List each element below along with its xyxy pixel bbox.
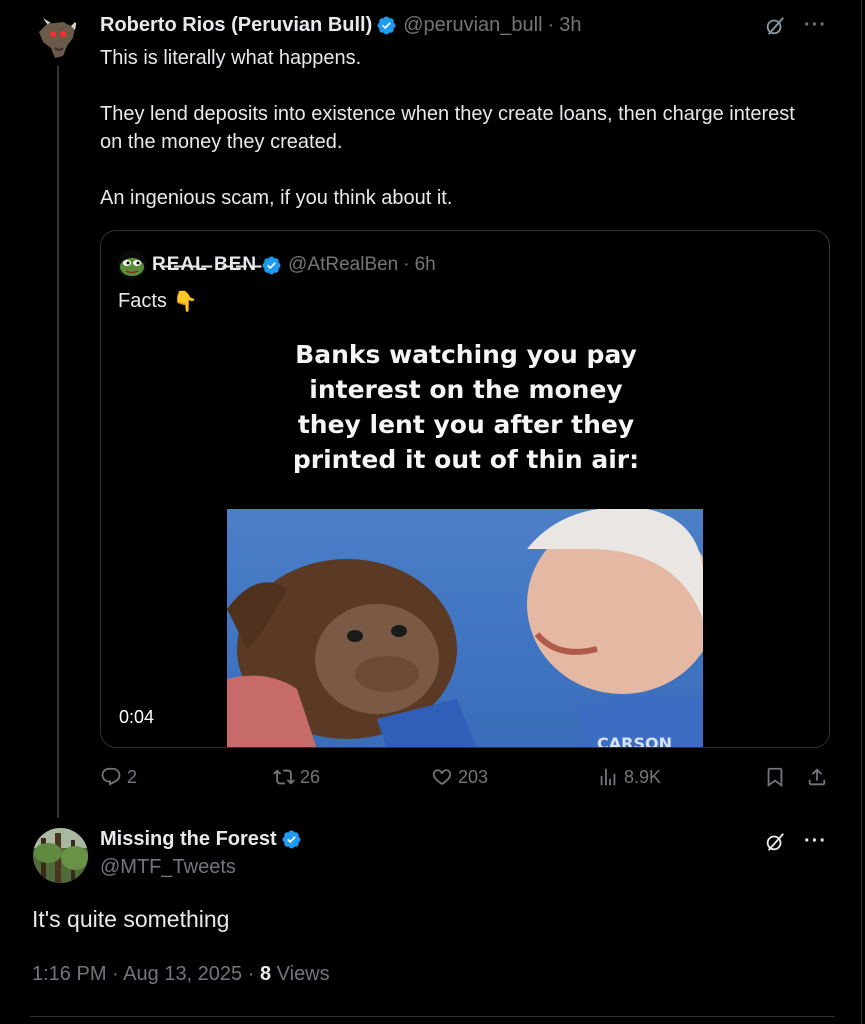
grok-icon[interactable] xyxy=(764,15,786,37)
reply-handle[interactable]: @MTF_Tweets xyxy=(100,856,308,879)
thread-line xyxy=(57,66,59,818)
separator-dot: · xyxy=(112,963,124,985)
reply-header: Missing the Forest @MTF_Tweets xyxy=(100,828,308,879)
meme-caption: Banks watching you pay interest on the m… xyxy=(292,340,640,474)
tweet-paragraph: This is literally what happens. xyxy=(100,47,362,69)
quoted-tweet[interactable]: R̶E̶A̶L̶ B̶E̶N̶ @AtRealBen · 6h Facts 👇 … xyxy=(100,230,830,748)
author-name[interactable]: Roberto Rios (Peruvian Bull) xyxy=(100,14,372,37)
reply-views-count: 8 xyxy=(259,963,272,985)
verified-icon xyxy=(377,16,396,35)
tweet-paragraph: An ingenious scam, if you think about it… xyxy=(100,187,453,209)
repost-icon xyxy=(273,769,295,785)
point-down-emoji: 👇 xyxy=(172,291,198,313)
quote-avatar[interactable] xyxy=(118,251,146,279)
more-icon[interactable]: ··· xyxy=(804,14,827,37)
reply-text: It's quite something xyxy=(32,906,230,932)
verified-icon xyxy=(282,830,301,849)
repost-count: 26 xyxy=(300,766,321,787)
author-avatar[interactable] xyxy=(33,14,81,62)
reply-button[interactable]: 2 xyxy=(100,766,137,788)
quote-text: Facts 👇 xyxy=(118,289,198,314)
separator-dot: · xyxy=(403,254,410,275)
quote-time[interactable]: 6h xyxy=(415,254,436,276)
reply-count: 2 xyxy=(127,766,138,787)
video-timestamp: 0:04 xyxy=(119,707,155,727)
like-button[interactable]: 203 xyxy=(431,766,488,788)
more-icon[interactable]: ··· xyxy=(804,830,827,853)
reply-avatar[interactable] xyxy=(33,828,88,883)
bookmark-icon xyxy=(767,767,783,788)
reply-top-actions: ··· xyxy=(764,830,827,853)
like-icon xyxy=(432,769,452,785)
video-frame[interactable]: CARSON xyxy=(227,509,703,748)
frame-border xyxy=(861,0,862,1024)
views-button[interactable]: 8.9K xyxy=(597,766,661,788)
tweet-time[interactable]: 3h xyxy=(559,14,581,37)
quote-header: R̶E̶A̶L̶ B̶E̶N̶ @AtRealBen · 6h xyxy=(118,251,436,279)
tweet-header: Roberto Rios (Peruvian Bull) @peruvian_b… xyxy=(100,14,581,37)
share-icon xyxy=(808,768,826,786)
tweet-body: This is literally what happens. They len… xyxy=(100,44,820,240)
tweet-actions: 2 26 203 8.9K xyxy=(100,766,830,796)
separator-dot: · xyxy=(547,14,555,36)
separator-dot: · xyxy=(247,963,260,985)
bookmark-button[interactable] xyxy=(764,766,786,788)
reply-views-label: Views xyxy=(276,963,330,985)
grok-icon[interactable] xyxy=(764,831,786,853)
reply-meta: 1:16 PM · Aug 13, 2025 · 8 Views xyxy=(32,963,330,986)
tweet-paragraph: They lend deposits into existence when t… xyxy=(100,103,795,153)
divider xyxy=(30,1016,835,1017)
quote-text-label: Facts xyxy=(118,290,167,312)
author-handle[interactable]: @peruvian_bull xyxy=(403,14,542,37)
quote-video[interactable]: Banks watching you pay interest on the m… xyxy=(101,319,829,748)
like-count: 203 xyxy=(458,766,489,787)
tweet-top-actions: ··· xyxy=(764,14,827,37)
reply-icon xyxy=(101,767,121,786)
views-count: 8.9K xyxy=(624,766,662,787)
reply-time[interactable]: 1:16 PM xyxy=(32,963,106,985)
reply-author-name[interactable]: Missing the Forest xyxy=(100,828,277,851)
svg-text:CARSON: CARSON xyxy=(597,734,672,748)
repost-button[interactable]: 26 xyxy=(273,766,320,788)
views-icon xyxy=(600,768,616,786)
quote-handle[interactable]: @AtRealBen xyxy=(288,254,398,276)
verified-icon xyxy=(262,256,281,274)
share-button[interactable] xyxy=(806,766,828,788)
quote-author-name[interactable]: R̶E̶A̶L̶ B̶E̶N̶ xyxy=(152,254,257,276)
reply-date[interactable]: Aug 13, 2025 xyxy=(123,963,242,985)
